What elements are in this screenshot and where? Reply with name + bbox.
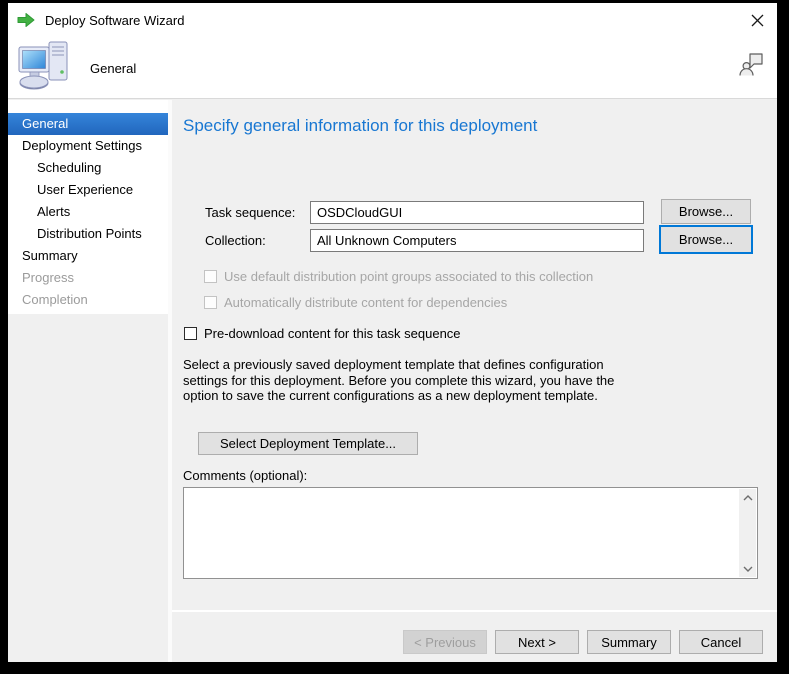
use-default-dp-groups-checkbox-row: Use default distribution point groups as… [204, 269, 593, 284]
comments-textarea[interactable] [184, 488, 739, 578]
close-icon [751, 14, 764, 27]
note-line-3: option to save the current configuration… [183, 388, 614, 404]
summary-button[interactable]: Summary [587, 630, 671, 654]
task-sequence-label: Task sequence: [205, 205, 295, 220]
wizard-header: General [8, 37, 777, 99]
user-feedback-icon [738, 51, 765, 78]
scroll-up-button[interactable] [739, 489, 756, 506]
nav-item-user-experience[interactable]: User Experience [8, 179, 168, 201]
close-button[interactable] [743, 6, 771, 34]
auto-distribute-content-label: Automatically distribute content for dep… [224, 295, 507, 310]
nav-item-completion: Completion [8, 289, 168, 311]
general-page-content: Specify general information for this dep… [172, 100, 777, 611]
footer-divider [172, 610, 777, 612]
cancel-button[interactable]: Cancel [679, 630, 763, 654]
collection-label: Collection: [205, 233, 266, 248]
nav-item-scheduling[interactable]: Scheduling [8, 157, 168, 179]
comments-scrollbar[interactable] [739, 489, 756, 577]
nav-item-general[interactable]: General [8, 113, 168, 135]
computer-workstation-icon [16, 38, 74, 94]
collection-input[interactable] [310, 229, 644, 252]
window-title: Deploy Software Wizard [45, 13, 743, 28]
previous-button: < Previous [403, 630, 487, 654]
next-button[interactable]: Next > [495, 630, 579, 654]
task-sequence-input[interactable] [310, 201, 644, 224]
wizard-step-list: General Deployment Settings Scheduling U… [8, 100, 168, 314]
wizard-body: General Deployment Settings Scheduling U… [8, 100, 777, 662]
note-line-1: Select a previously saved deployment tem… [183, 357, 614, 373]
comments-field [183, 487, 758, 579]
use-default-dp-groups-checkbox [204, 270, 217, 283]
deployment-template-note: Select a previously saved deployment tem… [183, 357, 614, 404]
deploy-software-wizard-window: Deploy Software Wizard [8, 3, 777, 662]
nav-item-distribution-points[interactable]: Distribution Points [8, 223, 168, 245]
task-sequence-browse-button[interactable]: Browse... [661, 199, 751, 224]
nav-item-progress: Progress [8, 267, 168, 289]
auto-distribute-content-checkbox [204, 296, 217, 309]
green-arrow-right-icon [16, 12, 36, 28]
pre-download-content-checkbox[interactable] [184, 327, 197, 340]
comments-label: Comments (optional): [183, 468, 307, 483]
feedback-button[interactable] [738, 51, 765, 81]
chevron-up-icon [743, 495, 753, 501]
note-line-2: settings for this deployment. Before you… [183, 373, 614, 389]
pre-download-content-checkbox-row[interactable]: Pre-download content for this task seque… [184, 326, 461, 341]
pre-download-content-label: Pre-download content for this task seque… [204, 326, 461, 341]
wizard-buttons: < Previous Next > Summary Cancel [403, 630, 763, 654]
auto-distribute-content-checkbox-row: Automatically distribute content for dep… [204, 295, 507, 310]
scroll-down-button[interactable] [739, 560, 756, 577]
page-step-title: General [90, 61, 136, 76]
collection-browse-button[interactable]: Browse... [659, 225, 753, 254]
chevron-down-icon [743, 566, 753, 572]
nav-item-alerts[interactable]: Alerts [8, 201, 168, 223]
nav-item-summary[interactable]: Summary [8, 245, 168, 267]
title-bar: Deploy Software Wizard [8, 3, 777, 37]
page-heading: Specify general information for this dep… [183, 116, 537, 136]
select-deployment-template-button[interactable]: Select Deployment Template... [198, 432, 418, 455]
use-default-dp-groups-label: Use default distribution point groups as… [224, 269, 593, 284]
nav-item-deployment-settings[interactable]: Deployment Settings [8, 135, 168, 157]
